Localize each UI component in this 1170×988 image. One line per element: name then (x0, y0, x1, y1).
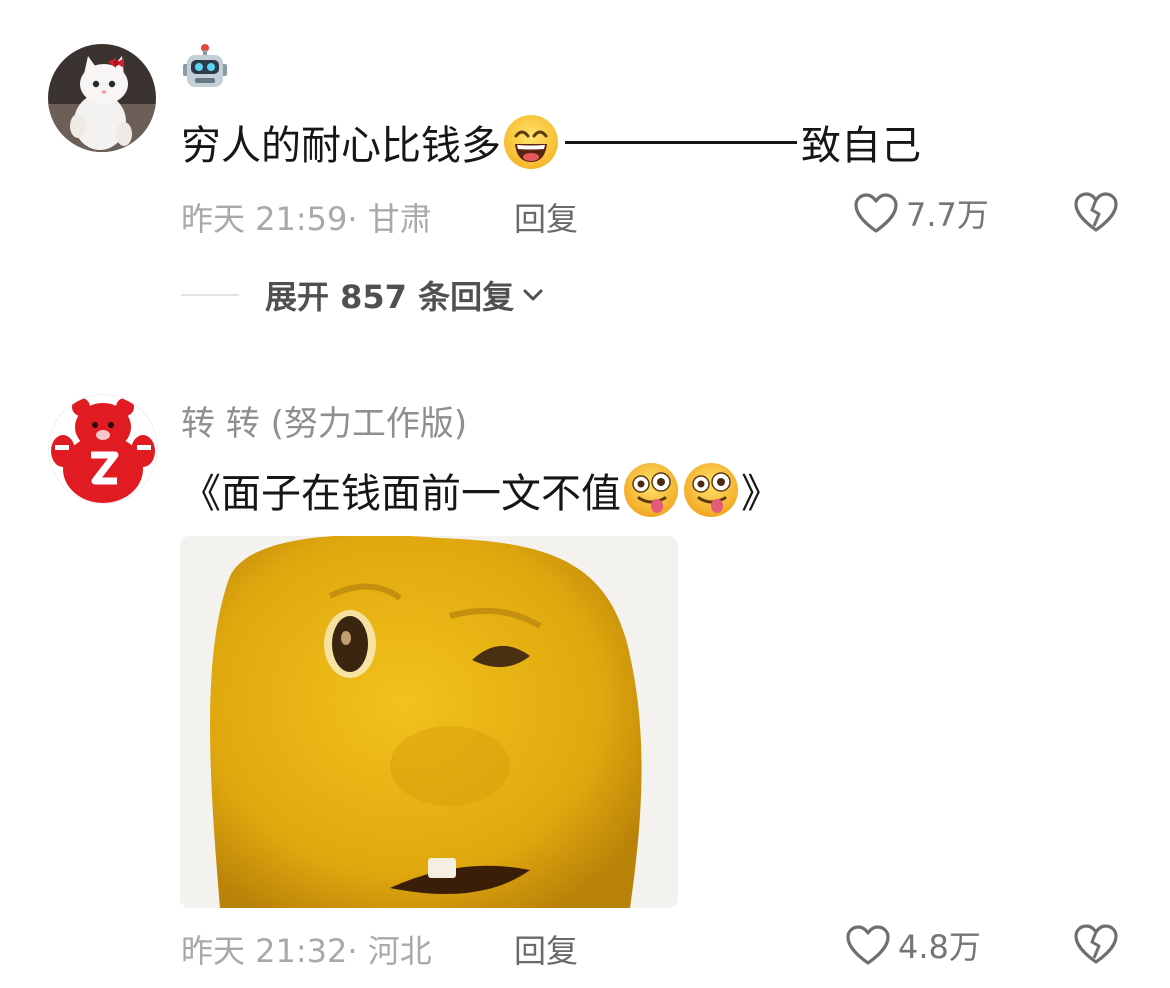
robot-emoji-icon (183, 44, 227, 87)
reply-button[interactable]: 回复 (514, 194, 578, 240)
commenter-avatar[interactable] (48, 394, 158, 504)
commenter-name[interactable] (181, 44, 229, 101)
comment-timestamp-location: 昨天 21:32· 河北 (181, 932, 432, 970)
broken-heart-icon (1074, 192, 1118, 232)
expand-replies-label: 展开 857 条回复 (265, 278, 515, 316)
comment-text-before: 穷人的耐心比钱多 (181, 123, 501, 169)
chevron-down-icon (523, 289, 543, 301)
comment-text: 《面子在钱面前一文不值 》 (181, 460, 781, 520)
commenter-avatar[interactable] (48, 44, 156, 152)
zany-face-emoji-icon (684, 463, 738, 517)
like-button[interactable]: 7.7万 (852, 190, 989, 236)
white-kitten-avatar-icon (48, 44, 156, 152)
broken-heart-icon (1074, 924, 1118, 964)
comment-text-before: 《面子在钱面前一文不值 (181, 471, 621, 517)
dislike-button[interactable] (1072, 190, 1120, 238)
comment-image[interactable] (180, 536, 678, 908)
dislike-button[interactable] (1072, 922, 1120, 970)
red-bear-mascot-avatar-icon (49, 395, 157, 503)
comment-text-after: 》 (741, 471, 781, 517)
zany-face-emoji-icon (624, 463, 678, 517)
yellow-face-meme-image-icon (180, 536, 678, 908)
grinning-smiling-eyes-emoji-icon (504, 115, 558, 169)
expand-replies[interactable]: 展开 857 条回复 (181, 274, 544, 316)
reply-button[interactable]: 回复 (514, 926, 578, 972)
comment-timestamp-location: 昨天 21:59· 甘肃 (181, 200, 432, 238)
expand-divider (181, 294, 239, 296)
heart-outline-icon (846, 925, 890, 965)
heart-outline-icon (854, 193, 898, 233)
commenter-name[interactable]: 转 转 (努力工作版) (181, 396, 467, 445)
like-count: 7.7万 (906, 196, 989, 234)
like-count: 4.8万 (898, 928, 981, 966)
like-button[interactable]: 4.8万 (844, 922, 981, 968)
comment-text-after: 致自己 (801, 123, 921, 169)
comment-text: 穷人的耐心比钱多 致自己 (181, 112, 921, 172)
dash-separator (565, 140, 797, 144)
